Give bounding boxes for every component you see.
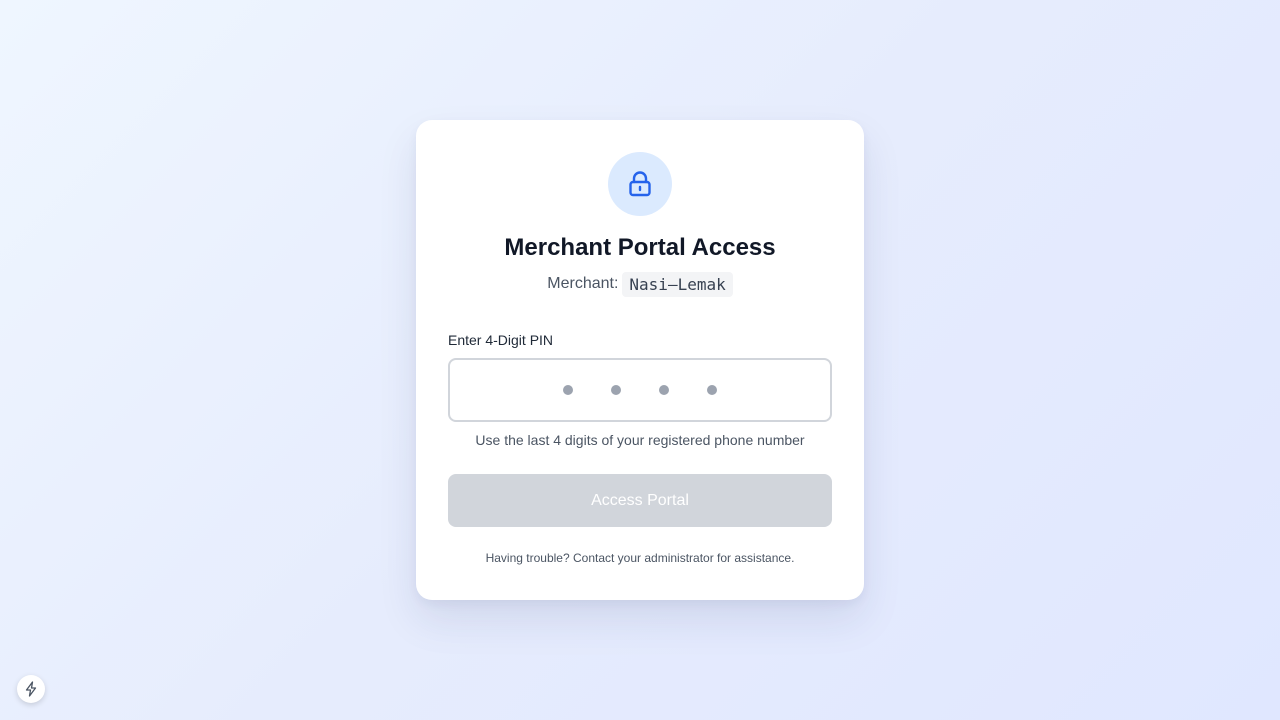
help-text: Having trouble? Contact your administrat… [485,551,795,565]
access-portal-button[interactable]: Access Portal [448,474,832,527]
login-card: Merchant Portal Access Merchant: Nasi–Le… [416,120,864,600]
merchant-line: Merchant: Nasi–Lemak [448,270,832,298]
pin-dot [707,385,717,395]
lock-icon-badge [608,152,672,216]
pin-label: Enter 4-Digit PIN [448,332,554,348]
pin-dot [659,385,669,395]
page-title: Merchant Portal Access [504,234,776,261]
pin-dot [563,385,573,395]
lightning-icon [25,681,37,697]
floating-action-button[interactable] [17,675,45,703]
pin-dot [611,385,621,395]
lock-icon [629,171,651,197]
pin-input[interactable] [448,358,832,422]
pin-hint: Use the last 4 digits of your registered… [475,432,805,448]
merchant-name: Nasi–Lemak [622,271,733,297]
merchant-label: Merchant: [547,275,619,292]
